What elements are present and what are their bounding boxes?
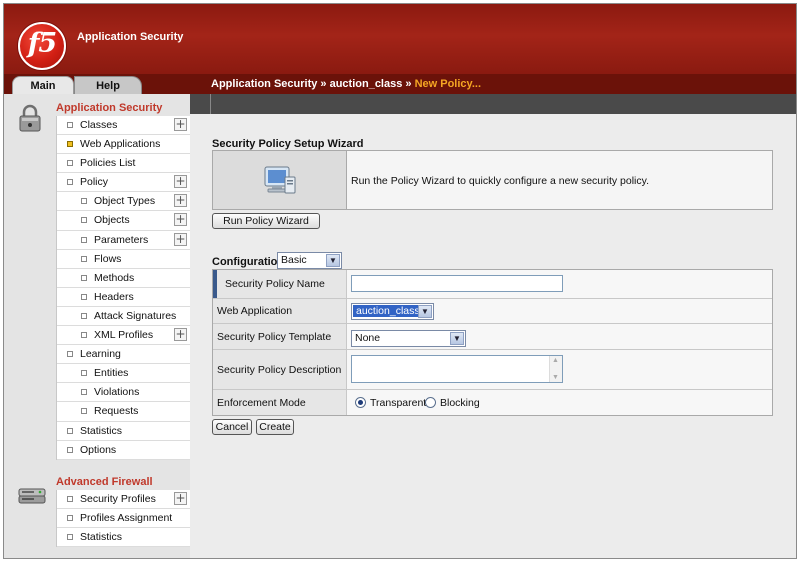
policy-description-textarea[interactable]: ▲ ▼ [351, 355, 563, 383]
expand-plus-icon[interactable]: + [174, 118, 187, 131]
sidebar-item-learning[interactable]: Learning [57, 345, 190, 365]
sidebar-item-security-profiles[interactable]: Security Profiles + [57, 490, 190, 510]
row-policy-description: Security Policy Description ▲ ▼ [213, 350, 772, 390]
row-web-application: Web Application auction_class ▼ [213, 299, 772, 324]
policy-name-label: Security Policy Name [213, 270, 347, 298]
expand-plus-icon[interactable]: + [174, 328, 187, 342]
policy-description-label: Security Policy Description [213, 350, 347, 389]
chevron-down-icon[interactable]: ▼ [450, 332, 464, 345]
create-button[interactable]: Create [256, 419, 294, 435]
scroll-down-icon[interactable]: ▼ [552, 374, 559, 381]
f5-logo: f5 [18, 22, 66, 70]
sidebar-item-requests[interactable]: Requests [57, 402, 190, 422]
sidebar-item-policies-list[interactable]: Policies List [57, 154, 190, 174]
web-application-label: Web Application [213, 299, 347, 323]
sidebar-item-statistics[interactable]: Statistics [57, 422, 190, 441]
web-application-select[interactable]: auction_class ▼ [351, 303, 434, 320]
wizard-heading: Security Policy Setup Wizard [212, 138, 364, 150]
sidebar-item-firewall-statistics[interactable]: Statistics [57, 528, 190, 548]
radio-blocking[interactable] [425, 397, 436, 408]
sidebar-item-xml-profiles[interactable]: XML Profiles + [57, 326, 190, 346]
breadcrumb: Application Security » auction_class » N… [211, 78, 481, 90]
cancel-button[interactable]: Cancel [212, 419, 252, 435]
sidebar-item-web-applications[interactable]: Web Applications [57, 135, 190, 155]
padlock-icon [18, 104, 42, 135]
nav-advanced-firewall: Security Profiles + Profiles Assignment S… [56, 490, 190, 548]
chevron-down-icon[interactable]: ▼ [418, 305, 432, 318]
tab-main[interactable]: Main [12, 76, 74, 94]
policy-name-input[interactable] [351, 275, 563, 292]
sidebar-item-flows[interactable]: Flows [57, 250, 190, 269]
breadcrumb-path[interactable]: Application Security » auction_class » [211, 78, 415, 90]
top-banner: f5 Application Security [4, 4, 796, 74]
sidebar-item-profiles-assignment[interactable]: Profiles Assignment [57, 509, 190, 529]
sidebar-item-policy[interactable]: Policy + [57, 173, 190, 193]
configuration-heading: Configuration [212, 256, 285, 268]
application-window: f5 Application Security Main Help Applic… [3, 3, 797, 559]
wizard-panel: Run the Policy Wizard to quickly configu… [212, 150, 773, 210]
main-content: Security Policy Setup Wizard Run the Pol… [190, 94, 796, 558]
expand-plus-icon[interactable]: + [174, 194, 187, 208]
enforcement-mode-label: Enforcement Mode [213, 390, 347, 415]
chevron-down-icon[interactable]: ▼ [326, 254, 340, 267]
app-title: Application Security [77, 31, 184, 43]
expand-plus-icon[interactable]: + [174, 213, 187, 227]
sidebar-item-attack-signatures[interactable]: Attack Signatures [57, 307, 190, 327]
breadcrumb-current: New Policy... [414, 78, 482, 90]
expand-plus-icon[interactable]: + [174, 492, 187, 505]
row-enforcement-mode: Enforcement Mode Transparent Blocking [213, 390, 772, 415]
textarea-scrollbar[interactable]: ▲ ▼ [549, 356, 562, 382]
monitor-icon [263, 165, 297, 200]
expand-plus-icon[interactable]: + [174, 232, 187, 246]
row-policy-template: Security Policy Template None ▼ [213, 324, 772, 350]
configuration-mode-select[interactable]: Basic ▼ [277, 252, 342, 269]
scroll-up-icon[interactable]: ▲ [552, 357, 559, 364]
tab-help[interactable]: Help [74, 76, 142, 94]
sidebar-item-classes[interactable]: Classes + [57, 116, 190, 136]
radio-transparent[interactable] [355, 397, 366, 408]
policy-template-label: Security Policy Template [213, 324, 347, 349]
policy-template-select[interactable]: None ▼ [351, 330, 466, 347]
sidebar-item-object-types[interactable]: Object Types + [57, 192, 190, 212]
section-title-app-security: Application Security [56, 102, 163, 114]
wizard-description: Run the Policy Wizard to quickly configu… [351, 175, 650, 187]
radio-blocking-label: Blocking [440, 397, 480, 409]
sidebar-item-objects[interactable]: Objects + [57, 211, 190, 231]
content-toolbar [190, 94, 796, 114]
sidebar-item-methods[interactable]: Methods [57, 269, 190, 288]
configuration-table: Security Policy Name Web Application auc… [212, 269, 773, 416]
sidebar: Application Security Classes + Web Applic… [4, 94, 190, 558]
sidebar-item-entities[interactable]: Entities [57, 364, 190, 384]
sidebar-item-headers[interactable]: Headers [57, 288, 190, 307]
sidebar-item-violations[interactable]: Violations [57, 383, 190, 403]
radio-transparent-label: Transparent [370, 397, 427, 409]
firewall-device-icon [18, 486, 46, 509]
sidebar-item-options[interactable]: Options [57, 441, 190, 460]
nav-app-security: Classes + Web Applications Policies List … [56, 116, 190, 460]
expand-plus-icon[interactable]: + [174, 175, 187, 189]
section-title-advanced-firewall: Advanced Firewall [56, 476, 153, 488]
run-policy-wizard-button[interactable]: Run Policy Wizard [212, 213, 320, 229]
row-policy-name: Security Policy Name [213, 270, 772, 299]
sidebar-item-parameters[interactable]: Parameters + [57, 231, 190, 250]
